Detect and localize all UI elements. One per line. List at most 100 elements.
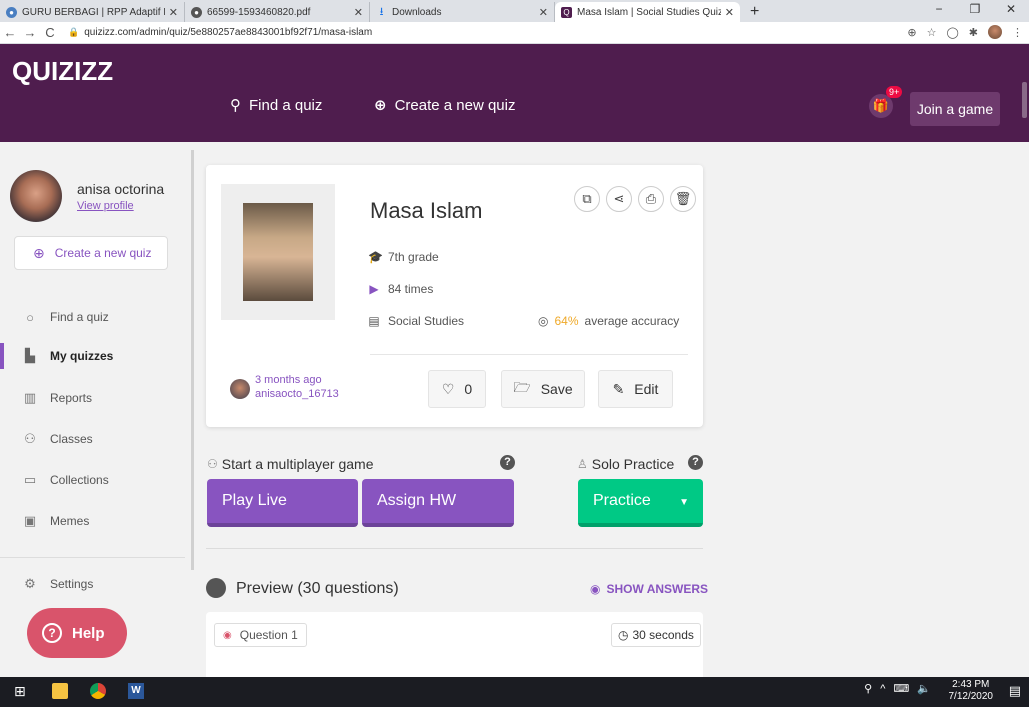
quiz-grade: 🎓 7th grade xyxy=(368,250,439,264)
multiplayer-heading: ⚇ Start a multiplayer game xyxy=(207,456,374,472)
browser-profile-avatar[interactable] xyxy=(988,25,1002,39)
question-time-text: 30 seconds xyxy=(632,628,694,642)
system-tray: ⚲ ^ ⌨ 🔈 xyxy=(864,682,931,696)
header-find-quiz[interactable]: ⚲ Find a quiz xyxy=(230,96,322,115)
help-button[interactable]: ? Help xyxy=(27,608,127,658)
assign-hw-button[interactable]: Assign HW xyxy=(362,479,514,527)
tab-title: Masa Islam | Social Studies Quiz xyxy=(577,6,721,18)
accuracy-percent: 64% xyxy=(554,314,579,328)
help-label: Help xyxy=(72,624,105,642)
duplicate-icon[interactable]: ⧉ xyxy=(574,186,600,212)
chart-icon: ▥ xyxy=(23,390,37,405)
browser-menu-icon[interactable]: ⋮ xyxy=(1012,26,1023,39)
print-icon[interactable]: ⎙ xyxy=(638,186,664,212)
sidebar-item-label: Settings xyxy=(50,577,94,591)
new-tab-icon[interactable]: + xyxy=(750,2,759,22)
solo-help-icon[interactable]: ? xyxy=(688,455,703,470)
search-icon: ○ xyxy=(26,309,34,325)
author-name[interactable]: anisaocto_16713 xyxy=(255,388,339,400)
card-separator xyxy=(370,354,688,355)
header-create-quiz[interactable]: ⊕ Create a new quiz xyxy=(374,96,516,115)
radio-dot-icon: ◉ xyxy=(223,629,232,641)
notification-center-icon[interactable]: ▤ xyxy=(1009,683,1021,699)
browser-tab-guru[interactable]: ● GURU BERBAGI | RPP Adaptif Lo ✕ xyxy=(0,2,185,22)
users-icon: ⚇ xyxy=(24,431,36,446)
sidebar-item-collections[interactable]: ▭ Collections xyxy=(0,467,192,493)
question-circle-icon: ? xyxy=(42,623,62,643)
url-text: quizizz.com/admin/quiz/5e880257ae8843001… xyxy=(84,27,373,38)
quiz-plays-text: 84 times xyxy=(388,282,434,296)
taskbar-clock[interactable]: 2:43 PM 7/12/2020 xyxy=(949,679,994,703)
address-bar-actions: ⊕ ☆ ◯ ✱ ⋮ xyxy=(907,25,1023,39)
header-create-quiz-label: Create a new quiz xyxy=(394,96,516,114)
close-tab-icon[interactable]: ✕ xyxy=(539,6,548,19)
quiz-subject-text: Social Studies xyxy=(388,314,465,328)
close-tab-icon[interactable]: ✕ xyxy=(725,6,734,19)
url-field[interactable]: 🔒 quizizz.com/admin/quiz/5e880257ae88430… xyxy=(68,27,372,38)
target-icon: ◎ xyxy=(538,314,549,328)
delete-icon[interactable]: 🗑 xyxy=(670,186,696,212)
sidebar-item-settings[interactable]: ⚙ Settings xyxy=(0,571,192,597)
zoom-icon[interactable]: ⊕ xyxy=(907,26,916,39)
restore-icon[interactable]: ❐ xyxy=(957,2,993,16)
star-icon[interactable]: ☆ xyxy=(927,26,937,39)
show-answers-toggle[interactable]: ◉ SHOW ANSWERS xyxy=(590,582,708,596)
join-game-button[interactable]: Join a game xyxy=(910,92,1000,126)
browser-tab-pdf[interactable]: ● 66599-1593460820.pdf ✕ xyxy=(185,2,370,22)
sidebar-item-classes[interactable]: ⚇ Classes xyxy=(0,426,192,452)
volume-icon[interactable]: 🔈 xyxy=(917,682,931,695)
create-quiz-label: Create a new quiz xyxy=(54,246,152,260)
chrome-icon[interactable] xyxy=(90,683,106,699)
people-icon[interactable]: ⚲ xyxy=(864,682,872,695)
word-icon[interactable]: W xyxy=(128,683,144,699)
browser-tab-downloads[interactable]: ⭳ Downloads ✕ xyxy=(370,2,555,22)
sidebar-item-find-quiz[interactable]: ○ Find a quiz xyxy=(0,304,192,330)
avatar[interactable] xyxy=(10,170,62,222)
file-explorer-icon[interactable] xyxy=(52,683,68,699)
back-icon[interactable]: ← xyxy=(0,25,20,40)
page-scrollbar[interactable] xyxy=(1022,82,1027,118)
extensions-puzzle-icon[interactable]: ✱ xyxy=(969,26,978,39)
site-favicon-icon: Q xyxy=(561,6,572,18)
tab-title: GURU BERBAGI | RPP Adaptif Lo xyxy=(22,6,165,18)
reload-icon[interactable]: C xyxy=(40,25,60,40)
sidebar-item-my-quizzes[interactable]: ▙ My quizzes xyxy=(0,343,192,369)
chevron-down-icon[interactable]: ▼ xyxy=(679,497,689,508)
windows-start-icon[interactable]: ⊞ xyxy=(14,683,30,699)
browser-tab-quizizz[interactable]: Q Masa Islam | Social Studies Quiz ✕ xyxy=(555,2,740,22)
create-quiz-button[interactable]: ⊕ Create a new quiz xyxy=(14,236,168,270)
solo-heading: ♙ Solo Practice xyxy=(577,456,674,472)
multiplayer-label: Start a multiplayer game xyxy=(221,456,374,472)
close-window-icon[interactable]: ✕ xyxy=(993,2,1029,16)
sidebar-item-label: Reports xyxy=(50,391,93,405)
forward-icon[interactable]: → xyxy=(20,25,40,40)
practice-button[interactable]: Practice ▼ xyxy=(578,479,703,527)
edit-label: Edit xyxy=(634,381,659,397)
extension-circle-icon[interactable]: ◯ xyxy=(946,26,958,39)
minimize-icon[interactable]: − xyxy=(921,2,957,16)
multiplayer-help-icon[interactable]: ? xyxy=(500,455,515,470)
search-icon: ⚲ xyxy=(230,97,241,114)
play-live-button[interactable]: Play Live xyxy=(207,479,358,527)
edit-button[interactable]: ✎ Edit xyxy=(598,370,673,408)
sidebar-separator xyxy=(0,557,185,558)
chevron-up-icon[interactable]: ^ xyxy=(880,683,885,695)
keyboard-icon[interactable]: ⌨ xyxy=(893,682,909,695)
clock-time: 2:43 PM xyxy=(952,679,990,690)
preview-avatar-icon xyxy=(206,578,226,598)
practice-label: Practice xyxy=(593,492,651,509)
download-icon: ⭳ xyxy=(379,5,384,18)
quizizz-logo[interactable]: QUIZIZZ xyxy=(12,56,113,87)
view-profile-link[interactable]: View profile xyxy=(77,200,134,212)
heart-icon: ♡ xyxy=(441,380,455,397)
sidebar-item-reports[interactable]: ▥ Reports xyxy=(0,385,192,411)
sidebar-item-memes[interactable]: ▣ Memes xyxy=(0,508,192,534)
author-avatar xyxy=(230,379,250,399)
save-label: Save xyxy=(540,381,573,397)
like-button[interactable]: ♡ 0 xyxy=(428,370,486,408)
save-button[interactable]: 🗁 Save xyxy=(501,370,585,408)
close-tab-icon[interactable]: ✕ xyxy=(169,6,178,19)
close-tab-icon[interactable]: ✕ xyxy=(354,6,363,19)
pencil-icon: ✎ xyxy=(612,380,625,397)
share-icon[interactable]: ⋖ xyxy=(606,186,632,212)
